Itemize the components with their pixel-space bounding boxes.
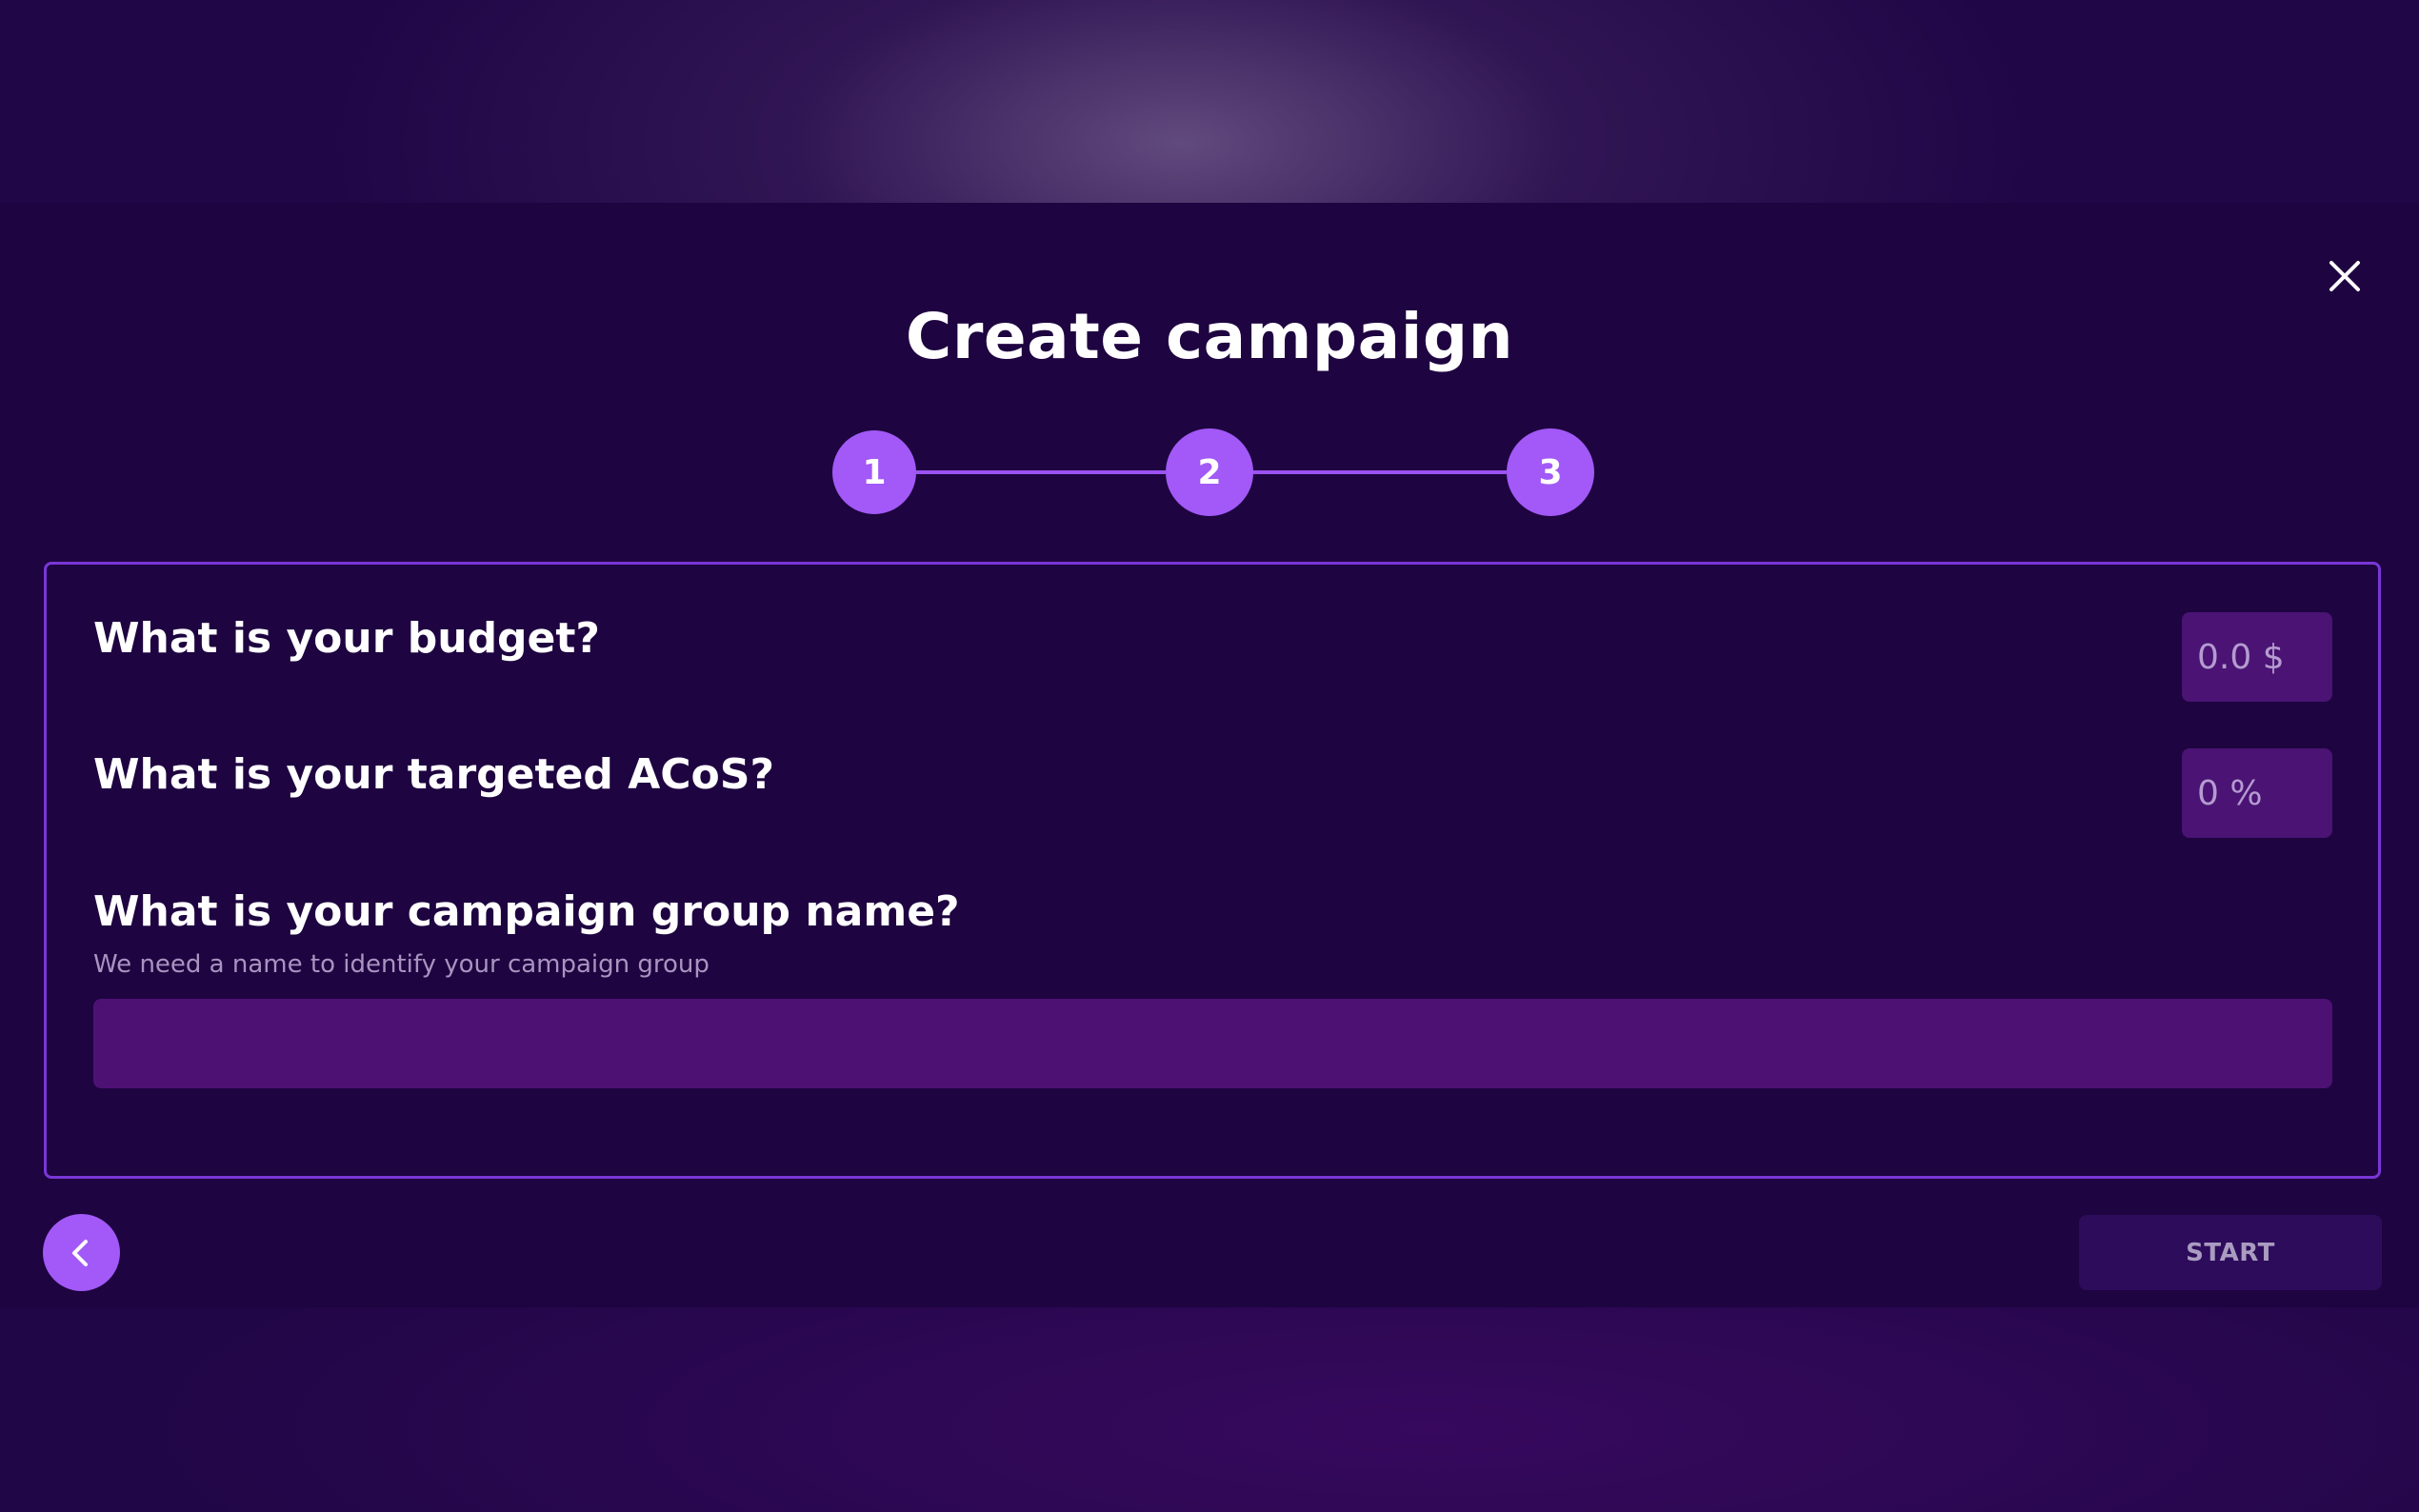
- group-name-helper: We need a name to identify your campaign…: [93, 950, 710, 979]
- group-name-label: What is your campaign group name?: [93, 887, 960, 936]
- acos-label: What is your targeted ACoS?: [93, 750, 774, 799]
- stepper-connector-1: [916, 470, 1166, 474]
- step-1: 1: [832, 430, 916, 514]
- background-header: [0, 0, 2419, 203]
- group-name-input[interactable]: [93, 999, 2332, 1088]
- start-button[interactable]: START: [2079, 1215, 2382, 1290]
- close-button[interactable]: [2324, 255, 2366, 297]
- step-2: 2: [1166, 428, 1253, 516]
- step-3: 3: [1507, 428, 1594, 516]
- budget-input[interactable]: [2182, 612, 2332, 702]
- chevron-left-icon: [71, 1239, 88, 1266]
- acos-input[interactable]: [2182, 748, 2332, 838]
- budget-label: What is your budget?: [93, 614, 600, 663]
- back-button[interactable]: [43, 1214, 120, 1291]
- close-icon: [2329, 261, 2360, 291]
- stepper-connector-2: [1249, 470, 1507, 474]
- page-title: Create campaign: [905, 300, 1514, 373]
